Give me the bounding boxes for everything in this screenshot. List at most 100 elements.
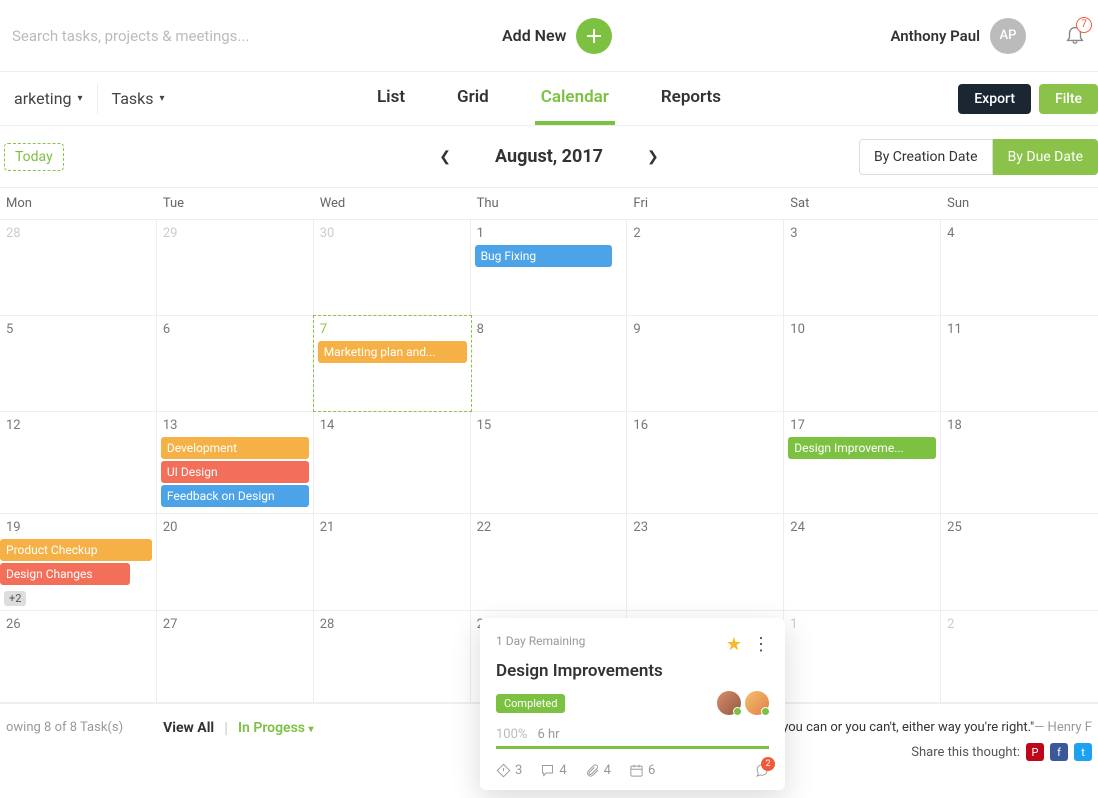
day-number: 2 bbox=[633, 226, 777, 241]
day-number: 20 bbox=[163, 520, 307, 535]
day-cell[interactable]: 12 bbox=[0, 412, 157, 513]
day-number: 27 bbox=[163, 617, 307, 632]
day-cell[interactable]: 3 bbox=[784, 220, 941, 315]
toggle-due-date[interactable]: By Due Date bbox=[993, 139, 1098, 175]
day-number: 30 bbox=[320, 226, 464, 241]
day-number: 1 bbox=[477, 226, 621, 241]
assignee-avatar[interactable] bbox=[717, 691, 741, 715]
prev-month-button[interactable]: ❮ bbox=[439, 149, 451, 165]
share-twitter[interactable]: t bbox=[1074, 743, 1092, 761]
event-product-checkup[interactable]: Product Checkup bbox=[0, 539, 152, 561]
progress-row: 100% 6 hr bbox=[496, 727, 769, 742]
day-cell[interactable]: 10 bbox=[784, 316, 941, 411]
breadcrumb-project-label: arketing bbox=[14, 89, 72, 108]
tab-reports[interactable]: Reports bbox=[655, 73, 727, 125]
day-cell[interactable]: 18 bbox=[941, 412, 1098, 513]
filter-button[interactable]: Filte bbox=[1039, 84, 1098, 114]
day-number: 16 bbox=[633, 418, 777, 433]
day-cell[interactable]: 19 Product Checkup Design Changes +2 bbox=[0, 514, 157, 610]
day-number: 3 bbox=[790, 226, 934, 241]
day-cell-today[interactable]: 7 Marketing plan and... bbox=[313, 315, 472, 412]
event-feedback[interactable]: Feedback on Design bbox=[161, 485, 309, 507]
separator: | bbox=[224, 718, 228, 737]
day-number: 23 bbox=[633, 520, 777, 535]
caret-down-icon: ▾ bbox=[308, 724, 313, 735]
more-events[interactable]: +2 bbox=[4, 591, 26, 606]
day-number: 29 bbox=[163, 226, 307, 241]
day-cell[interactable]: 9 bbox=[627, 316, 784, 411]
addnew-label: Add New bbox=[502, 26, 566, 45]
day-cell[interactable]: 2 bbox=[941, 611, 1098, 702]
day-number: 18 bbox=[947, 418, 1092, 433]
comment-icon bbox=[540, 763, 555, 778]
stat-chat[interactable]: 2 bbox=[754, 763, 769, 778]
day-cell[interactable]: 27 bbox=[157, 611, 314, 702]
notifications-button[interactable]: 7 bbox=[1064, 23, 1086, 49]
event-design-changes[interactable]: Design Changes bbox=[0, 563, 130, 585]
share-facebook[interactable]: f bbox=[1050, 743, 1068, 761]
stat-value: 4 bbox=[604, 763, 611, 778]
day-cell[interactable]: 16 bbox=[627, 412, 784, 513]
inprogress-filter[interactable]: In Progess ▾ bbox=[238, 720, 314, 736]
day-cell[interactable]: 2 bbox=[627, 220, 784, 315]
day-number: 19 bbox=[6, 520, 150, 535]
kebab-menu[interactable]: ⋮ bbox=[752, 634, 769, 655]
addnew-button[interactable] bbox=[576, 18, 612, 54]
event-design-improvements[interactable]: Design Improveme... bbox=[788, 437, 936, 459]
day-cell[interactable]: 25 bbox=[941, 514, 1098, 610]
day-cell[interactable]: 28 bbox=[0, 220, 157, 315]
day-cell[interactable]: 30 bbox=[314, 220, 471, 315]
day-cell[interactable]: 11 bbox=[941, 316, 1098, 411]
stat-calendar[interactable]: 6 bbox=[629, 763, 655, 778]
day-number: 21 bbox=[320, 520, 464, 535]
day-cell[interactable]: 8 bbox=[471, 316, 628, 411]
day-number: 15 bbox=[477, 418, 621, 433]
toggle-creation-date[interactable]: By Creation Date bbox=[859, 139, 993, 175]
paperclip-icon bbox=[585, 763, 600, 778]
share-pinterest[interactable]: P bbox=[1026, 743, 1044, 761]
day-cell[interactable]: 17 Design Improveme... bbox=[784, 412, 941, 513]
stat-attachments[interactable]: 4 bbox=[585, 763, 611, 778]
stat-priority[interactable]: 3 bbox=[496, 763, 522, 778]
tab-list[interactable]: List bbox=[371, 73, 411, 125]
day-cell[interactable]: 1 Bug Fixing bbox=[471, 220, 628, 315]
day-cell[interactable]: 1 bbox=[784, 611, 941, 702]
stat-comments[interactable]: 4 bbox=[540, 763, 566, 778]
day-cell[interactable]: 23 bbox=[627, 514, 784, 610]
tab-calendar[interactable]: Calendar bbox=[535, 73, 615, 125]
day-cell[interactable]: 4 bbox=[941, 220, 1098, 315]
breadcrumb-project[interactable]: arketing▾ bbox=[0, 84, 98, 114]
day-cell[interactable]: 24 bbox=[784, 514, 941, 610]
day-cell[interactable]: 22 bbox=[471, 514, 628, 610]
day-cell[interactable]: 21 bbox=[314, 514, 471, 610]
day-cell[interactable]: 28 bbox=[314, 611, 471, 702]
stats-row: 3 4 4 6 2 bbox=[496, 763, 769, 778]
tab-grid[interactable]: Grid bbox=[451, 73, 495, 125]
export-button[interactable]: Export bbox=[958, 84, 1031, 114]
assignee-avatar[interactable] bbox=[745, 691, 769, 715]
view-all-link[interactable]: View All bbox=[163, 720, 214, 736]
diamond-icon bbox=[496, 763, 511, 778]
day-cell[interactable]: 20 bbox=[157, 514, 314, 610]
star-icon[interactable]: ★ bbox=[726, 634, 742, 655]
event-development[interactable]: Development bbox=[161, 437, 309, 459]
today-button[interactable]: Today bbox=[4, 143, 64, 171]
day-cell[interactable]: 13 Development UI Design Feedback on Des… bbox=[157, 412, 314, 513]
day-cell[interactable]: 6 bbox=[157, 316, 314, 411]
progress-pct: 100% bbox=[496, 727, 527, 742]
event-marketing-plan[interactable]: Marketing plan and... bbox=[318, 341, 467, 363]
next-month-button[interactable]: ❯ bbox=[647, 149, 659, 165]
event-ui-design[interactable]: UI Design bbox=[161, 461, 309, 483]
day-number: 17 bbox=[790, 418, 934, 433]
day-cell[interactable]: 15 bbox=[471, 412, 628, 513]
day-cell[interactable]: 14 bbox=[314, 412, 471, 513]
day-cell[interactable]: 29 bbox=[157, 220, 314, 315]
day-cell[interactable]: 5 bbox=[0, 316, 157, 411]
calendar-toolbar: Today ❮ August, 2017 ❯ By Creation Date … bbox=[0, 126, 1098, 188]
breadcrumb-tasks[interactable]: Tasks▾ bbox=[98, 84, 179, 114]
day-cell[interactable]: 26 bbox=[0, 611, 157, 702]
dayhead-fri: Fri bbox=[627, 188, 784, 219]
avatar[interactable]: AP bbox=[990, 18, 1026, 54]
event-bug-fixing[interactable]: Bug Fixing bbox=[475, 245, 612, 267]
search-input[interactable] bbox=[12, 27, 452, 45]
